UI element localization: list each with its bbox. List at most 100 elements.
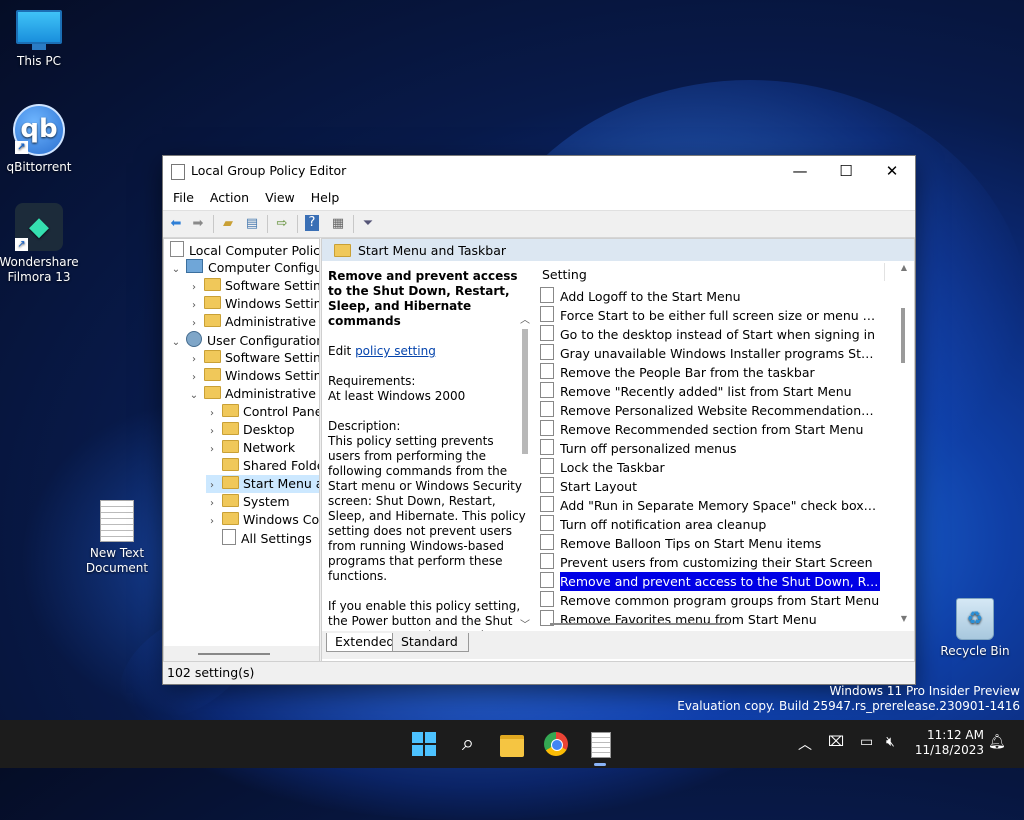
tree-item-local-computer-policy[interactable]: Local Computer Policy <box>170 241 319 259</box>
display-icon[interactable]: ▭ <box>860 734 873 750</box>
list-item[interactable]: Remove the People Bar from the taskbar <box>538 363 878 382</box>
tree-item-administrative-templates[interactable]: ⌄ Administrative Te <box>188 385 319 405</box>
desktop-icon-this-pc[interactable]: This PC <box>0 10 84 69</box>
folder-icon <box>221 440 239 453</box>
list-item[interactable]: Gray unavailable Windows Installer progr… <box>538 344 880 363</box>
tree-item-system[interactable]: › System <box>206 493 290 511</box>
status-bar: 102 setting(s) <box>163 661 915 684</box>
edit-policy-setting-link[interactable]: policy setting <box>355 344 436 358</box>
folder-icon <box>221 494 239 507</box>
list-item[interactable]: Go to the desktop instead of Start when … <box>538 325 878 344</box>
list-item-selected[interactable]: Remove and prevent access to the Shut Do… <box>538 571 881 592</box>
tree-item-shared-folders[interactable]: Shared Folder <box>206 457 319 475</box>
title-bar[interactable]: Local Group Policy Editor — ☐ ✕ <box>163 156 915 186</box>
list-item[interactable]: Remove "Recently added" list from Start … <box>538 382 878 401</box>
chevron-down-icon[interactable]: ⌄ <box>170 334 182 352</box>
tree-item-software-settings[interactable]: › Software Settings <box>188 277 319 295</box>
scroll-down-icon[interactable]: ﹀ <box>518 616 532 631</box>
desktop-icon-filmora[interactable]: ◆ ↗ Wondershare Filmora 13 <box>0 203 84 285</box>
volume-muted-icon[interactable]: 🔇︎ <box>886 734 895 750</box>
chrome-icon[interactable] <box>540 728 572 760</box>
file-explorer-icon[interactable] <box>496 728 528 760</box>
tree-item-user-configuration[interactable]: ⌄ User Configuration <box>170 331 319 352</box>
start-button[interactable] <box>408 728 440 760</box>
tab-standard[interactable]: Standard <box>392 633 469 652</box>
menu-view[interactable]: View <box>257 186 303 210</box>
tree-item-windows-components[interactable]: › Windows Cor <box>206 511 319 529</box>
desktop-icon-text-document[interactable]: New Text Document <box>72 500 162 576</box>
status-text: 102 setting(s) <box>167 665 255 680</box>
back-arrow-icon[interactable]: ⬅ <box>167 215 185 233</box>
toolbar-separator <box>353 215 354 233</box>
list-horizontal-scrollbar[interactable] <box>534 617 914 631</box>
list-item[interactable]: Start Layout <box>538 477 878 496</box>
tree-item-network[interactable]: › Network <box>206 439 295 457</box>
menu-action[interactable]: Action <box>202 186 257 210</box>
tree-item-start-menu-and-taskbar[interactable]: › Start Menu ar <box>206 475 319 493</box>
tree-item-windows-settings[interactable]: › Windows Setting <box>188 367 319 385</box>
folder-icon <box>221 422 239 435</box>
scrollbar-thumb[interactable] <box>550 623 730 625</box>
scroll-up-icon[interactable]: ▲ <box>898 263 910 272</box>
description-scrollbar[interactable]: ︿ ﹀ <box>518 311 532 631</box>
scrollbar-thumb[interactable] <box>901 308 905 363</box>
scroll-up-icon[interactable]: ︿ <box>518 311 532 326</box>
list-item[interactable]: Force Start to be either full screen siz… <box>538 306 880 325</box>
column-header-setting[interactable]: Setting <box>542 267 587 282</box>
navigation-tree: Local Computer Policy ⌄ Computer Configu… <box>163 238 320 664</box>
filter-icon[interactable]: ⏷ <box>359 215 377 233</box>
policy-setting-icon <box>540 439 554 455</box>
scrollbar-thumb[interactable] <box>198 653 270 655</box>
requirements-value: At least Windows 2000 <box>328 389 466 403</box>
folder-icon <box>203 350 221 363</box>
search-icon[interactable]: ⌕ <box>452 728 484 760</box>
list-item[interactable]: Add "Run in Separate Memory Space" check… <box>538 496 880 515</box>
desktop-icon-qbittorrent[interactable]: qb ↗ qBittorrent <box>0 104 84 175</box>
tree-item-administrative-templates[interactable]: › Administrative Te <box>188 313 319 331</box>
list-item[interactable]: Turn off personalized menus <box>538 439 878 458</box>
menu-file[interactable]: File <box>163 186 202 210</box>
tree-item-computer-configuration[interactable]: ⌄ Computer Configura <box>170 259 319 279</box>
policy-setting-icon <box>540 591 554 607</box>
up-folder-icon[interactable]: ▰ <box>219 215 237 233</box>
properties-icon[interactable]: ▦ <box>329 215 347 233</box>
recycle-bin-icon: ♻ <box>956 598 994 640</box>
tree-item-all-settings[interactable]: All Settings <box>206 529 312 547</box>
column-separator[interactable] <box>884 263 885 281</box>
qbittorrent-icon: qb ↗ <box>13 104 65 156</box>
tree-item-software-settings[interactable]: › Software Settings <box>188 349 319 367</box>
list-item[interactable]: Lock the Taskbar <box>538 458 878 477</box>
list-item[interactable]: Remove common program groups from Start … <box>538 591 879 610</box>
network-disconnected-icon[interactable]: ⌧ <box>828 734 844 750</box>
notification-bell-icon[interactable]: 🔔︎ <box>988 734 1006 750</box>
list-item[interactable]: Remove Personalized Website Recommendati… <box>538 401 880 420</box>
list-item[interactable]: Add Logoff to the Start Menu <box>538 287 878 306</box>
scrollbar-thumb[interactable] <box>522 329 528 454</box>
list-item[interactable]: Prevent users from customizing their Sta… <box>538 553 878 572</box>
system-clock[interactable]: 11:12 AM 11/18/2023 <box>915 728 984 758</box>
description-label: Description: <box>328 419 401 433</box>
export-list-icon[interactable]: ⇨ <box>273 215 291 233</box>
group-policy-editor-taskbar-icon[interactable] <box>584 728 616 760</box>
list-vertical-scrollbar[interactable]: ▲ ▼ <box>898 263 910 623</box>
chevron-up-icon[interactable]: ︿ <box>798 734 812 754</box>
help-icon[interactable]: ? <box>305 215 319 231</box>
list-item[interactable]: Turn off notification area cleanup <box>538 515 878 534</box>
menu-help[interactable]: Help <box>303 186 348 210</box>
maximize-button[interactable]: ☐ <box>823 156 869 186</box>
tree-item-desktop[interactable]: › Desktop <box>206 421 295 439</box>
show-hide-tree-icon[interactable]: ▤ <box>243 215 261 233</box>
tree-item-control-panel[interactable]: › Control Panel <box>206 403 319 421</box>
chevron-down-icon[interactable]: ⌄ <box>170 261 182 279</box>
list-item[interactable]: Remove Recommended section from Start Me… <box>538 420 878 439</box>
forward-arrow-icon[interactable]: ➡ <box>189 215 207 233</box>
description-text: This policy setting prevents users from … <box>328 434 526 583</box>
chevron-down-icon[interactable]: ⌄ <box>188 387 200 405</box>
desktop-icon-label: qBittorrent <box>6 160 72 174</box>
desktop-icon-recycle-bin[interactable]: ♻ Recycle Bin <box>930 598 1020 659</box>
minimize-button[interactable]: — <box>777 156 823 186</box>
tree-item-windows-settings[interactable]: › Windows Setting <box>188 295 319 313</box>
list-item[interactable]: Remove Balloon Tips on Start Menu items <box>538 534 878 553</box>
folder-icon <box>203 296 221 309</box>
close-button[interactable]: ✕ <box>869 156 915 186</box>
